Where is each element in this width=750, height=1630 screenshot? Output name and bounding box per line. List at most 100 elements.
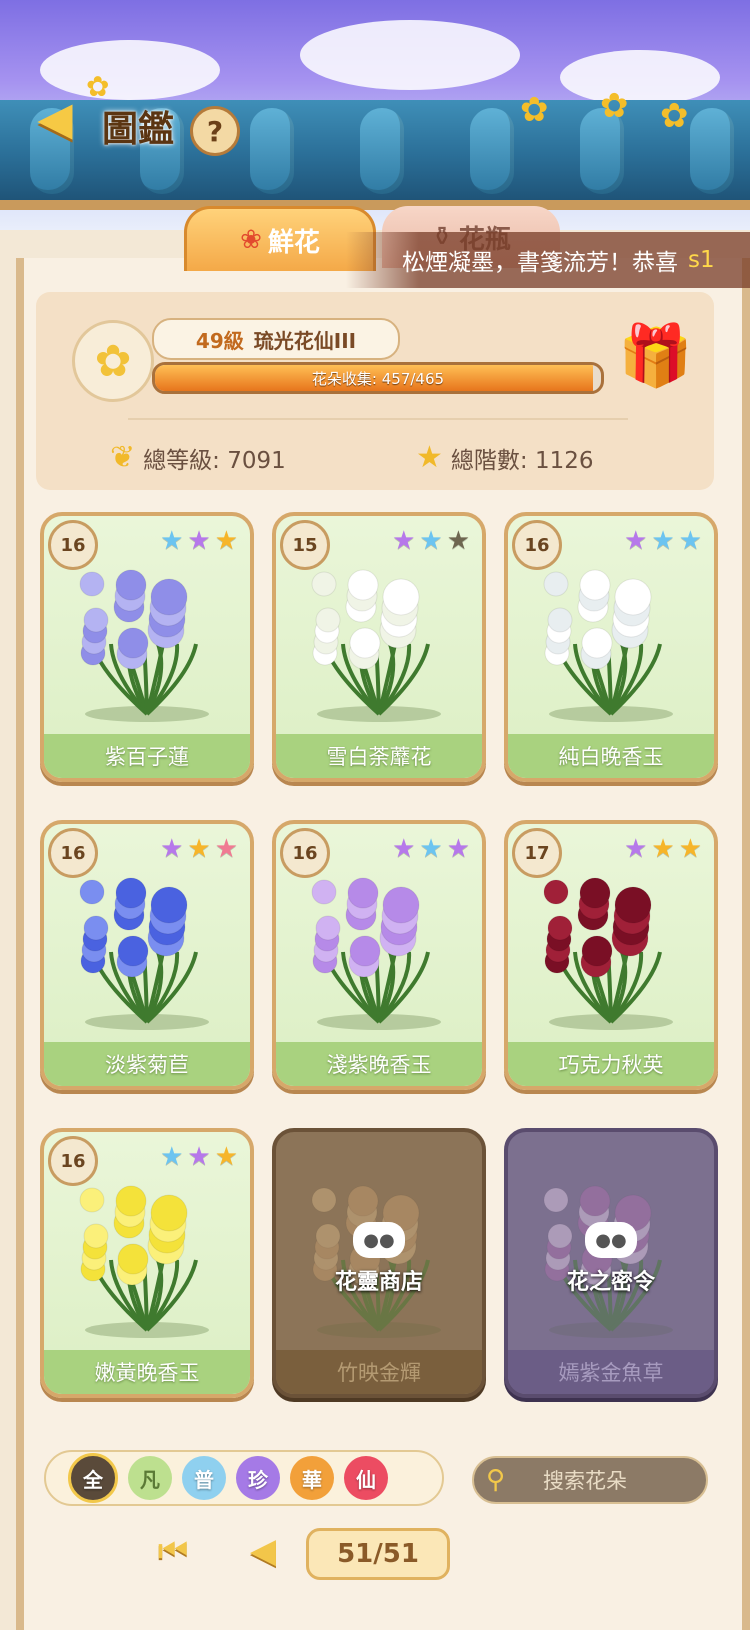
flower-name: 純白晚香玉 bbox=[508, 734, 714, 778]
cloud bbox=[560, 50, 720, 105]
filter-common[interactable]: 凡 bbox=[128, 1456, 172, 1500]
flower-badge-icon: ✿ bbox=[72, 320, 154, 402]
first-page-button[interactable]: ⏮ bbox=[146, 1526, 200, 1576]
prev-page-button[interactable]: ◀ bbox=[236, 1526, 290, 1576]
flower-name: 紫百子蓮 bbox=[44, 734, 250, 778]
card-star-rating: ★ ★ ★ bbox=[392, 834, 470, 864]
flower-illustration bbox=[294, 872, 464, 1032]
help-button[interactable]: ? bbox=[190, 106, 240, 156]
card-level-badge: 16 bbox=[280, 828, 330, 878]
flower-illustration bbox=[62, 872, 232, 1032]
total-stars-label: 總階數: 1126 bbox=[450, 447, 594, 474]
star-icon: ★ bbox=[678, 526, 702, 556]
rank-plate: 49級 琉光花仙III bbox=[152, 318, 400, 360]
card-star-rating: ★ ★ ★ bbox=[160, 526, 238, 556]
flower-name: 竹映金輝 bbox=[276, 1350, 482, 1394]
star-icon: ★ bbox=[214, 1142, 238, 1172]
card-level-badge: 16 bbox=[48, 520, 98, 570]
flower-name: 巧克力秋英 bbox=[508, 1042, 714, 1086]
flower-name: 雪白荼蘼花 bbox=[276, 734, 482, 778]
locked-flower-card[interactable]: ●● 花靈商店竹映金輝 bbox=[272, 1128, 486, 1398]
star-icon: ★ bbox=[624, 526, 648, 556]
filter-rare[interactable]: 珍 bbox=[236, 1456, 280, 1500]
flower-card[interactable]: 16 ★ ★ ★ 純白晚香玉 bbox=[504, 512, 718, 782]
collection-progress-label: 花朵收集: 457/465 bbox=[311, 369, 445, 388]
star-icon: ★ bbox=[416, 440, 443, 475]
star-icon: ★ bbox=[419, 526, 443, 556]
card-level-badge: 15 bbox=[280, 520, 330, 570]
total-stars-stat: ★ 總階數: 1126 bbox=[416, 440, 594, 475]
flower-card[interactable]: 16 ★ ★ ★ 嫩黃晚香玉 bbox=[40, 1128, 254, 1398]
star-icon: ★ bbox=[187, 1142, 211, 1172]
flower-name: 淺紫晚香玉 bbox=[276, 1042, 482, 1086]
player-level: 49級 bbox=[195, 328, 244, 353]
total-level-label: 總等級: 7091 bbox=[143, 447, 286, 474]
flower-card[interactable]: 17 ★ ★ ★ 巧克力秋英 bbox=[504, 820, 718, 1090]
star-icon: ★ bbox=[160, 834, 184, 864]
star-icon: ★ bbox=[392, 526, 416, 556]
star-icon: ★ bbox=[214, 526, 238, 556]
ticker-highlight: s1 bbox=[688, 247, 715, 273]
cloud bbox=[300, 20, 520, 90]
flower-card[interactable]: 16 ★ ★ ★ 淺紫晚香玉 bbox=[272, 820, 486, 1090]
back-arrow-icon[interactable]: ◀ bbox=[18, 88, 92, 148]
card-star-rating: ★ ★ ★ bbox=[160, 1142, 238, 1172]
search-input[interactable]: ⚲ 搜索花朵 bbox=[472, 1456, 708, 1504]
flower-illustration bbox=[526, 564, 696, 724]
plum-blossom-icon: ✿ bbox=[600, 86, 629, 126]
flower-name: 淡紫菊苣 bbox=[44, 1042, 250, 1086]
collection-progress-bar: 花朵收集: 457/465 bbox=[152, 362, 604, 394]
locked-flower-card[interactable]: ●● 花之密令嫣紫金魚草 bbox=[504, 1128, 718, 1398]
tab-flowers-label: 鮮花 bbox=[267, 227, 320, 258]
star-icon: ★ bbox=[160, 1142, 184, 1172]
flower-illustration bbox=[526, 1180, 696, 1340]
card-level-badge: 17 bbox=[512, 828, 562, 878]
star-icon: ★ bbox=[651, 526, 675, 556]
star-icon: ★ bbox=[446, 526, 470, 556]
card-star-rating: ★ ★ ★ bbox=[624, 526, 702, 556]
announcement-ticker: 松煙凝墨，書箋流芳！恭喜 s1 bbox=[346, 232, 750, 288]
star-icon: ★ bbox=[187, 526, 211, 556]
ticker-text: 松煙凝墨，書箋流芳！恭喜 bbox=[402, 250, 678, 276]
spirit-lock-icon: ●● bbox=[585, 1222, 637, 1258]
flower-card[interactable]: 16 ★ ★ ★ 淡紫菊苣 bbox=[40, 820, 254, 1090]
spirit-lock-icon: ●● bbox=[353, 1222, 405, 1258]
filter-epic[interactable]: 華 bbox=[290, 1456, 334, 1500]
flower-card[interactable]: 15 ★ ★ ★ 雪白荼蘼花 bbox=[272, 512, 486, 782]
sprout-icon: ❦ bbox=[110, 440, 136, 475]
rank-title: 琉光花仙III bbox=[253, 328, 357, 353]
card-star-rating: ★ ★ ★ bbox=[160, 834, 238, 864]
divider bbox=[128, 418, 628, 420]
search-placeholder: 搜索花朵 bbox=[543, 1469, 628, 1493]
flower-card[interactable]: 16 ★ ★ ★ 紫百子蓮 bbox=[40, 512, 254, 782]
card-level-badge: 16 bbox=[48, 828, 98, 878]
unlock-source-label: 花靈商店 bbox=[334, 1270, 423, 1295]
unlock-source-label: 花之密令 bbox=[566, 1270, 655, 1295]
rose-icon: ❀ bbox=[240, 225, 262, 255]
filter-all[interactable]: 全 bbox=[68, 1453, 118, 1503]
flower-illustration bbox=[62, 564, 232, 724]
total-level-stat: ❦ 總等級: 7091 bbox=[110, 440, 286, 475]
star-icon: ★ bbox=[419, 834, 443, 864]
flower-name: 嫩黃晚香玉 bbox=[44, 1350, 250, 1394]
plum-blossom-icon: ✿ bbox=[520, 90, 549, 130]
flower-illustration bbox=[294, 1180, 464, 1340]
filter-legendary[interactable]: 仙 bbox=[344, 1456, 388, 1500]
page-title: 圖鑑 bbox=[102, 109, 175, 150]
search-icon: ⚲ bbox=[486, 1465, 506, 1495]
page-indicator: 51/51 bbox=[306, 1528, 450, 1580]
flower-name: 嫣紫金魚草 bbox=[508, 1350, 714, 1394]
flower-illustration bbox=[294, 564, 464, 724]
star-icon: ★ bbox=[392, 834, 416, 864]
plum-blossom-icon: ✿ bbox=[660, 96, 689, 136]
star-icon: ★ bbox=[446, 834, 470, 864]
flower-illustration bbox=[62, 1180, 232, 1340]
flower-illustration bbox=[526, 872, 696, 1032]
card-level-badge: 16 bbox=[48, 1136, 98, 1186]
card-star-rating: ★ ★ ★ bbox=[392, 526, 470, 556]
filter-normal[interactable]: 普 bbox=[182, 1456, 226, 1500]
star-icon: ★ bbox=[678, 834, 702, 864]
card-star-rating: ★ ★ ★ bbox=[624, 834, 702, 864]
rarity-filter-bar: 全 凡 普 珍 華 仙 bbox=[44, 1450, 444, 1506]
gift-box-icon[interactable]: 🎁 bbox=[618, 320, 693, 391]
